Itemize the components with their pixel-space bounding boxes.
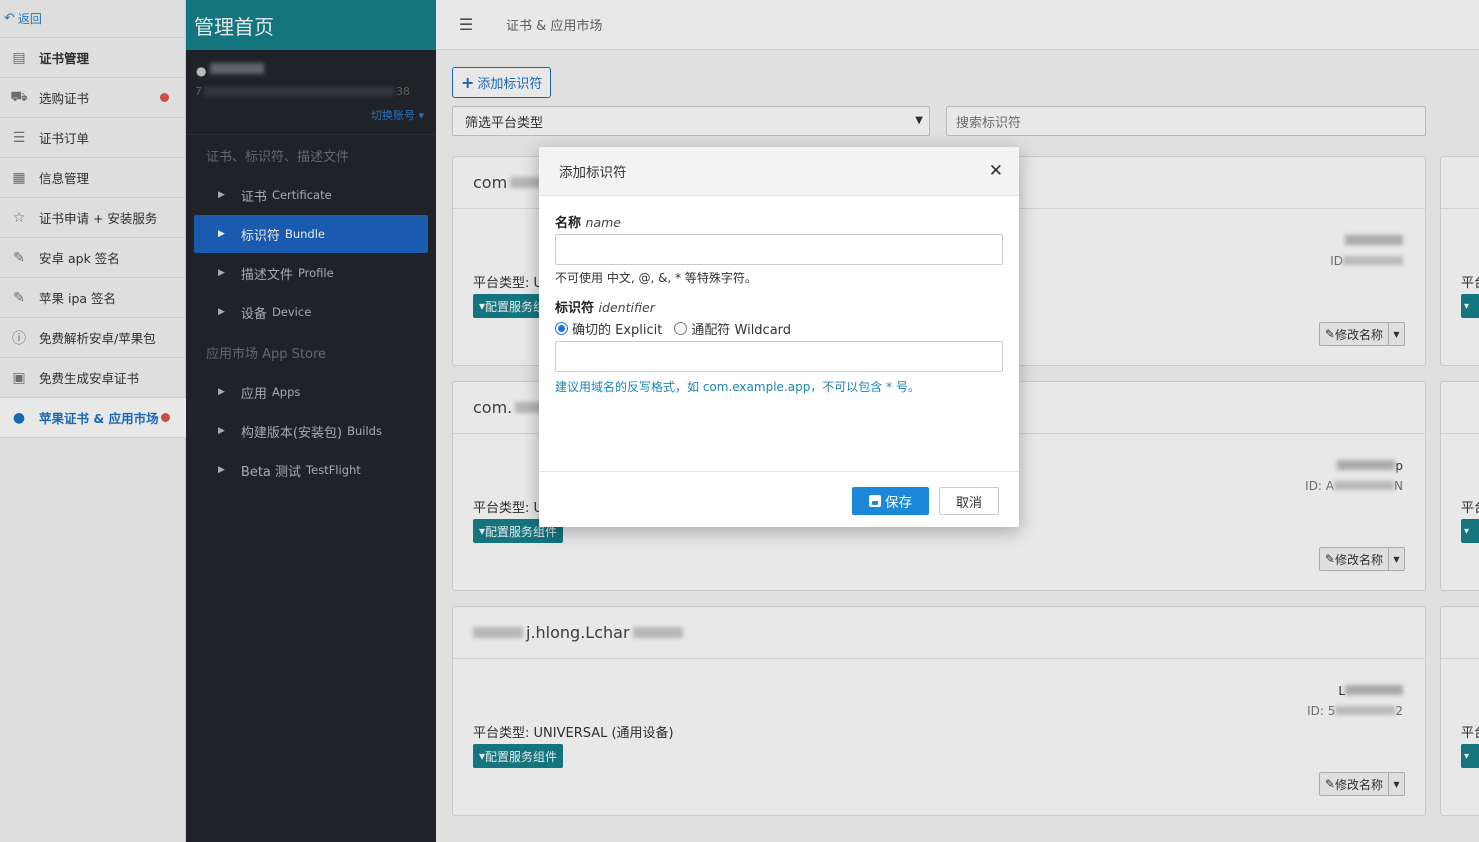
identifier-label: 标识符 identifier xyxy=(555,297,1003,316)
identifier-input[interactable] xyxy=(555,341,1003,372)
save-disk-icon xyxy=(869,495,881,507)
name-hint: 不可使用 中文, @, &, * 等特殊字符。 xyxy=(555,271,757,285)
identifier-type-radio-group: 确切的 Explicit 通配符 Wildcard xyxy=(555,319,1003,338)
wildcard-radio[interactable] xyxy=(674,322,688,335)
save-label: 保存 xyxy=(885,495,912,511)
dialog-title: 添加标识符 xyxy=(559,165,627,181)
identifier-label-en: identifier xyxy=(598,300,655,315)
name-input[interactable] xyxy=(555,234,1003,265)
dialog-footer: 保存 取消 xyxy=(539,471,1019,527)
explicit-radio[interactable] xyxy=(555,322,568,335)
explicit-radio-label[interactable]: 确切的 Explicit xyxy=(572,319,662,338)
identifier-tip: 建议用域名的反写格式，如 com.example.app，不可以包含 * 号。 xyxy=(555,380,920,394)
wildcard-radio-label[interactable]: 通配符 Wildcard xyxy=(691,319,791,338)
add-identifier-dialog: 添加标识符 ✕ 名称 name 不可使用 中文, @, &, * 等特殊字符。 … xyxy=(539,147,1019,527)
close-icon[interactable]: ✕ xyxy=(989,161,1003,181)
name-label: 名称 name xyxy=(555,212,1003,231)
dialog-header: 添加标识符 xyxy=(539,147,1019,196)
name-label-en: name xyxy=(585,215,621,230)
identifier-label-cn: 标识符 xyxy=(555,301,595,316)
cancel-button[interactable]: 取消 xyxy=(939,487,999,515)
name-label-cn: 名称 xyxy=(555,216,582,231)
save-button[interactable]: 保存 xyxy=(852,487,929,515)
dialog-body: 名称 name 不可使用 中文, @, &, * 等特殊字符。 标识符 iden… xyxy=(539,196,1019,395)
